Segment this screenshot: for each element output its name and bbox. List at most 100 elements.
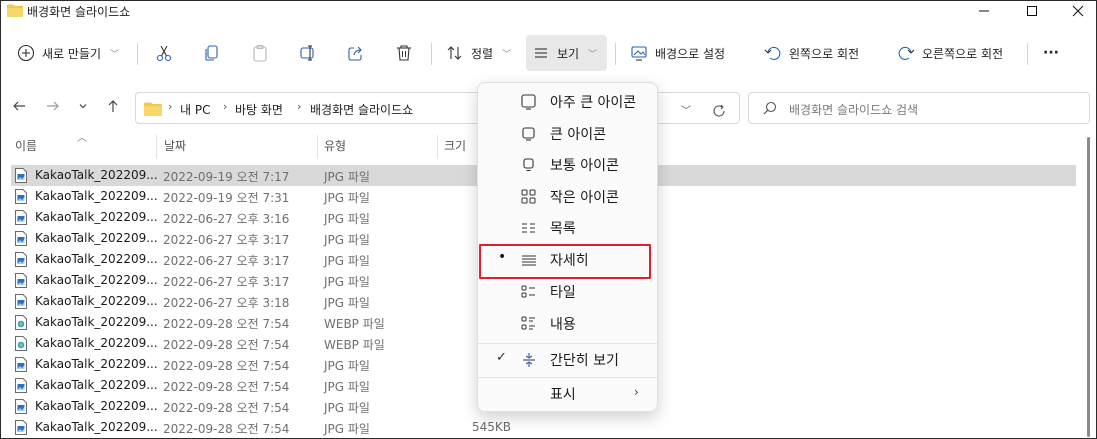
file-size: 545KB — [471, 420, 511, 434]
rotate-right-label: 오른쪽으로 회전 — [922, 46, 1004, 61]
file-name: KakaoTalk_202209... — [35, 210, 158, 224]
scrollbar-thumb[interactable] — [1087, 137, 1090, 437]
view-menu-item[interactable]: 타일 — [482, 277, 654, 307]
sort-button[interactable]: 정렬 ﹀ — [440, 35, 517, 71]
more-options-button[interactable]: ··· — [1037, 35, 1065, 71]
chevron-down-icon: ﹀ — [502, 49, 512, 60]
column-header-date[interactable]: 날짜 — [164, 137, 186, 159]
checkmark-icon: ✓ — [496, 350, 507, 365]
command-bar: 새로 만들기 ﹀ 정렬 ﹀ 보기 ﹀ 배경으로 설정 왼쪽으로 회전 오른쪽으로… — [1, 29, 1096, 77]
jpg-file-icon — [15, 210, 27, 225]
file-name: KakaoTalk_202209... — [35, 189, 158, 203]
file-row[interactable]: KakaoTalk_202209... 2022-09-28 오전 7:54 JPG… — [11, 417, 1076, 438]
view-menu-item-label: 아주 큰 아이콘 — [550, 95, 637, 111]
copy-button[interactable] — [197, 35, 227, 71]
new-button[interactable]: 새로 만들기 ﹀ — [11, 35, 125, 71]
jpg-file-icon — [15, 294, 27, 309]
view-menu-item-label: 내용 — [550, 317, 576, 333]
jpg-file-icon — [15, 189, 27, 204]
file-type: JPG 파일 — [324, 254, 370, 268]
view-menu-item[interactable]: 내용 — [482, 309, 654, 339]
column-header-size[interactable]: 크기 — [444, 137, 466, 159]
view-menu-item[interactable]: 보통 아이콘 — [482, 150, 654, 180]
highlight-annotation-box — [479, 244, 651, 279]
address-dropdown-icon[interactable]: ﹀ — [681, 102, 691, 117]
trash-icon — [397, 45, 411, 61]
column-divider[interactable] — [437, 135, 438, 159]
medium-icons-icon — [523, 158, 534, 172]
toolbar-divider — [431, 43, 432, 65]
jpg-file-icon — [15, 273, 27, 288]
view-menu-item[interactable]: 작은 아이콘 — [482, 182, 654, 212]
file-date: 2022-06-27 오후 3:17 — [163, 275, 290, 289]
menu-divider — [478, 377, 657, 378]
delete-button[interactable] — [389, 35, 419, 71]
chevron-right-icon: › — [297, 100, 302, 113]
recent-locations-button[interactable] — [71, 94, 95, 118]
jpg-file-icon — [15, 168, 27, 183]
webp-file-icon — [15, 336, 27, 351]
webp-file-icon — [15, 315, 27, 330]
file-type: JPG 파일 — [324, 422, 370, 436]
arrow-up-icon — [108, 100, 118, 112]
breadcrumb-current-folder[interactable]: 배경화면 슬라이드쇼 — [310, 101, 413, 118]
file-date: 2022-09-28 오전 7:54 — [163, 380, 290, 394]
up-button[interactable] — [101, 94, 125, 118]
new-label: 새로 만들기 — [42, 46, 102, 61]
forward-button[interactable] — [41, 94, 65, 118]
chevron-down-icon — [79, 104, 87, 109]
file-name: KakaoTalk_202209... — [35, 252, 158, 266]
column-divider[interactable] — [317, 135, 318, 159]
close-button[interactable] — [1055, 1, 1096, 21]
vertical-scrollbar[interactable] — [1087, 137, 1091, 437]
view-menu-item[interactable]: 큰 아이콘 — [482, 119, 654, 149]
minimize-button[interactable] — [961, 1, 1007, 21]
file-name: KakaoTalk_202209... — [35, 231, 158, 245]
back-button[interactable] — [7, 94, 31, 118]
maximize-button[interactable] — [1009, 1, 1055, 21]
rename-button[interactable] — [293, 35, 323, 71]
refresh-button[interactable] — [708, 100, 730, 122]
share-button[interactable] — [341, 35, 371, 71]
chevron-right-icon: › — [634, 385, 639, 399]
list-view-icon — [522, 223, 535, 233]
file-name: KakaoTalk_202209... — [35, 378, 158, 392]
chevron-right-icon: › — [223, 100, 228, 113]
desktop-background-icon — [631, 46, 647, 61]
set-background-label: 배경으로 설정 — [655, 46, 726, 61]
paste-button[interactable] — [245, 35, 275, 71]
more-icon: ··· — [1043, 45, 1059, 61]
maximize-icon — [1027, 6, 1037, 16]
chevron-right-icon: › — [168, 100, 173, 113]
search-box[interactable]: 배경화면 슬라이드쇼 검색 — [748, 92, 1090, 124]
view-menu-item-label: 작은 아이콘 — [550, 190, 619, 206]
file-name: KakaoTalk_202209... — [35, 315, 158, 329]
file-explorer-window: 배경화면 슬라이드쇼 새로 만들기 ﹀ 정렬 ﹀ 보기 ﹀ 배경으로 설정 왼쪽… — [0, 0, 1097, 439]
jpg-file-icon — [15, 252, 27, 267]
column-divider[interactable] — [156, 135, 157, 159]
file-name: KakaoTalk_202209... — [35, 399, 158, 413]
breadcrumb-this-pc[interactable]: 내 PC — [180, 101, 210, 118]
column-header-type[interactable]: 유형 — [324, 137, 346, 159]
column-header-name[interactable]: 이름 — [15, 137, 37, 159]
rotate-left-button[interactable]: 왼쪽으로 회전 — [758, 35, 865, 71]
cut-button[interactable] — [149, 35, 179, 71]
file-date: 2022-06-27 오후 3:18 — [163, 296, 290, 310]
view-menu-item[interactable]: 아주 큰 아이콘 — [482, 87, 654, 117]
breadcrumb-desktop[interactable]: 바탕 화면 — [235, 101, 283, 118]
compact-view-toggle[interactable]: ✓ 간단히 보기 — [482, 345, 654, 375]
file-date: 2022-09-28 오전 7:54 — [163, 338, 290, 352]
rotate-right-button[interactable]: 오른쪽으로 회전 — [891, 35, 1009, 71]
file-type: JPG 파일 — [324, 191, 370, 205]
file-name: KakaoTalk_202209... — [35, 273, 158, 287]
view-button[interactable]: 보기 ﹀ — [526, 35, 607, 71]
file-type: JPG 파일 — [324, 359, 370, 373]
search-icon — [763, 101, 777, 115]
show-submenu-item[interactable]: 표시 › — [482, 379, 654, 409]
file-type: JPG 파일 — [324, 212, 370, 226]
content-view-icon — [521, 316, 535, 330]
file-date: 2022-09-28 오전 7:54 — [163, 359, 290, 373]
view-menu-item[interactable]: 목록 — [482, 213, 654, 243]
folder-icon — [144, 102, 162, 116]
set-background-button[interactable]: 배경으로 설정 — [624, 35, 731, 71]
